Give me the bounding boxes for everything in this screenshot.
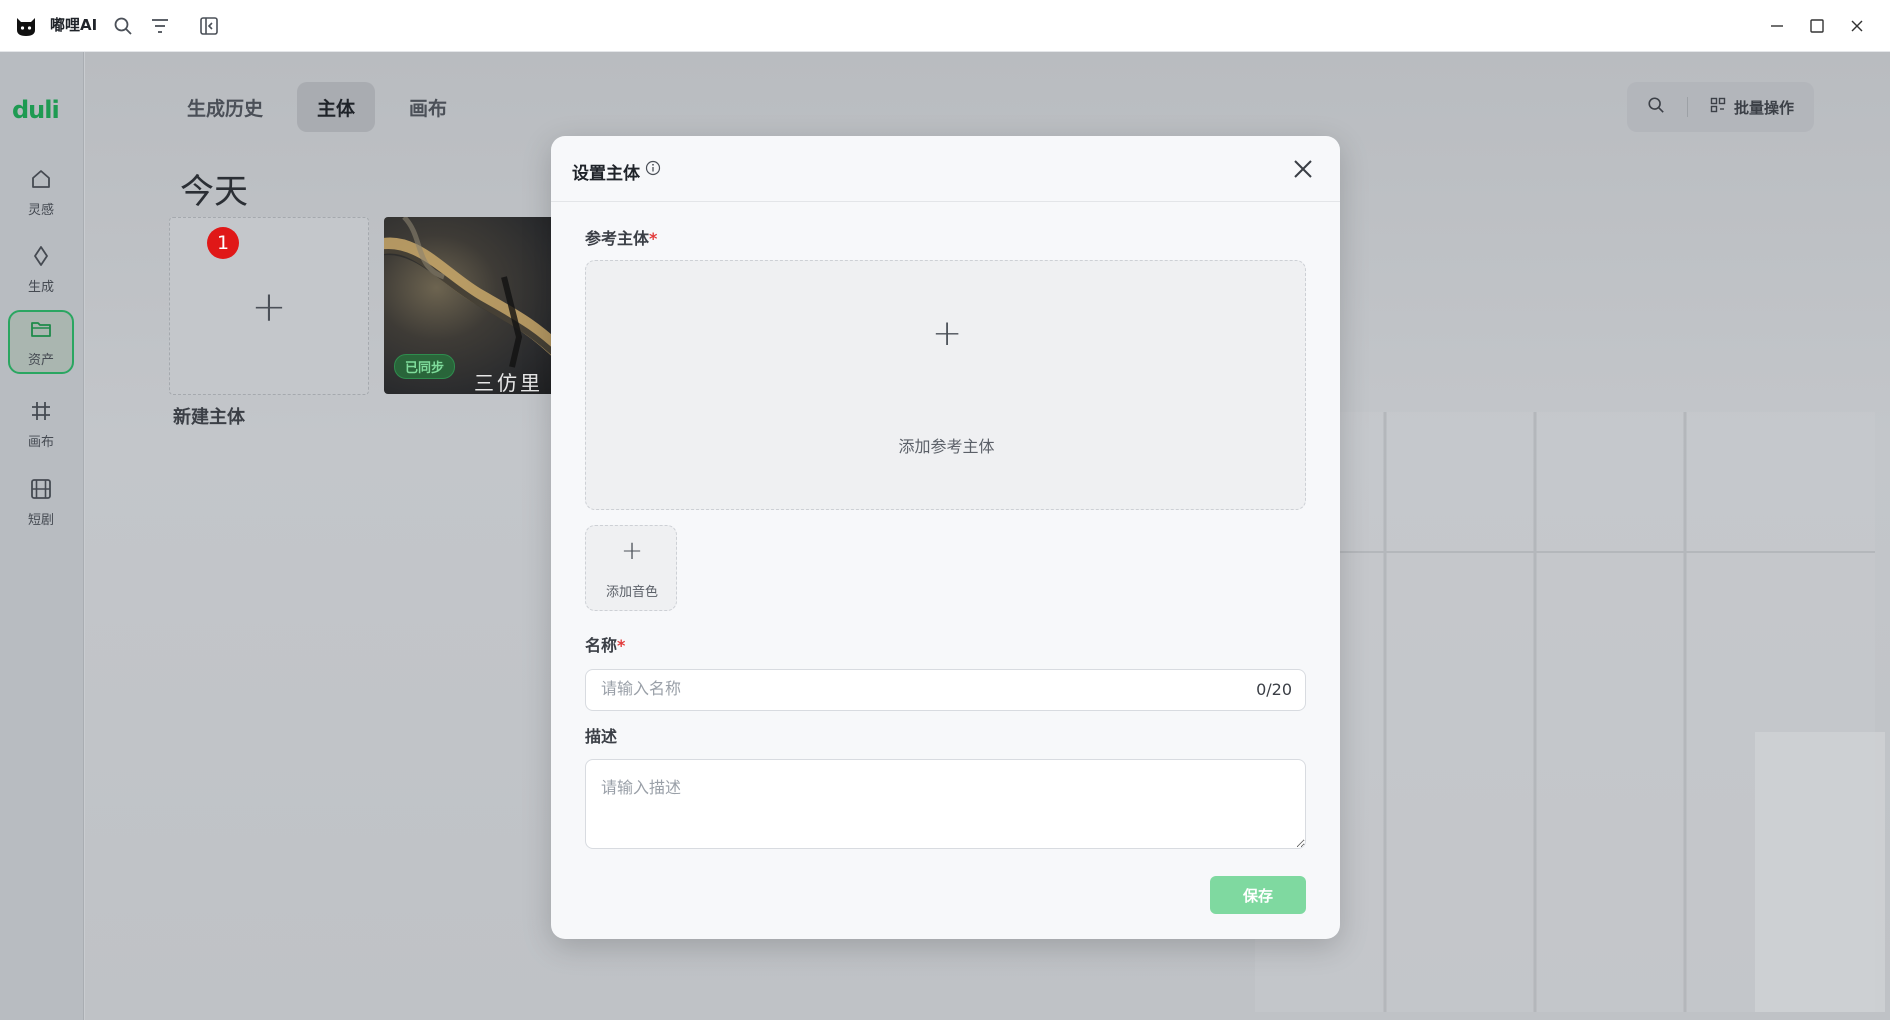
section-title: 今天	[180, 172, 248, 212]
dialog-header: 设置主体	[551, 136, 1340, 202]
rail-item-label: 资产	[27, 352, 54, 368]
save-button[interactable]: 保存	[1210, 876, 1306, 914]
new-subject-card[interactable]: +	[169, 217, 369, 395]
plus-icon: +	[621, 536, 643, 566]
maximize-icon[interactable]	[1799, 10, 1835, 42]
required-mark: *	[617, 636, 626, 655]
dialog-title: 设置主体	[572, 164, 640, 184]
name-label: 名称*	[585, 636, 626, 655]
synced-badge: 已同步	[394, 354, 456, 379]
folder-icon	[29, 317, 53, 345]
film-icon	[29, 477, 53, 505]
name-field[interactable]	[585, 669, 1306, 711]
grid-hash-icon	[29, 399, 53, 427]
sparkle-icon	[29, 244, 53, 272]
close-icon	[1294, 160, 1312, 178]
reference-subject-label: 参考主体*	[585, 229, 658, 248]
set-subject-dialog: 设置主体 参考主体* + 添加参考主体 + 添加音色 名称* 0/20 描述 保…	[551, 136, 1340, 939]
add-reference-subject-dropzone[interactable]: + 添加参考主体	[585, 260, 1306, 510]
subject-thumbnail[interactable]: 已同步 三仿里	[384, 217, 559, 394]
add-voice-text: 添加音色	[605, 585, 658, 600]
collapse-sidebar-icon[interactable]	[195, 12, 223, 40]
divider	[1686, 97, 1688, 117]
rail-item-label: 画布	[27, 434, 54, 450]
main-toolbar: 批量操作	[1626, 82, 1814, 132]
plus-icon: +	[251, 281, 287, 331]
search-icon[interactable]	[1647, 96, 1665, 118]
tab-generation-history[interactable]: 生成历史	[167, 82, 283, 132]
brand-logo: duli	[12, 96, 60, 124]
description-field[interactable]	[585, 759, 1306, 849]
description-label: 描述	[585, 727, 618, 746]
info-icon[interactable]	[645, 160, 661, 180]
top-tabs: 生成历史 主体 画布	[167, 82, 467, 132]
left-rail: duli 灵感 生成 资产 画布 短剧	[0, 52, 84, 1020]
rail-item-generate[interactable]: 生成	[8, 237, 74, 301]
rail-item-inspiration[interactable]: 灵感	[8, 160, 74, 224]
batch-grid-icon	[1710, 97, 1726, 117]
rail-item-label: 生成	[27, 279, 54, 295]
name-char-counter: 0/20	[1256, 680, 1292, 699]
app-name: 嘟哩AI	[50, 16, 98, 34]
rail-item-label: 灵感	[27, 202, 54, 218]
home-icon	[29, 167, 53, 195]
new-subject-label: 新建主体	[173, 407, 245, 428]
rail-item-label: 短剧	[27, 512, 54, 528]
batch-operation-button[interactable]: 批量操作	[1710, 97, 1794, 118]
add-reference-subject-text: 添加参考主体	[898, 437, 995, 456]
required-mark: *	[649, 229, 658, 248]
tab-subject[interactable]: 主体	[297, 82, 376, 132]
close-dialog-button[interactable]	[1288, 154, 1318, 184]
rail-item-assets[interactable]: 资产	[8, 310, 74, 374]
add-voice-button[interactable]: + 添加音色	[585, 525, 677, 611]
batch-operation-label: 批量操作	[1733, 98, 1794, 117]
filter-icon[interactable]	[146, 12, 174, 40]
search-icon[interactable]	[109, 12, 137, 40]
plus-icon: +	[932, 313, 963, 354]
rail-item-drama[interactable]: 短剧	[8, 470, 74, 534]
tab-canvas[interactable]: 画布	[389, 82, 467, 132]
minimize-icon[interactable]	[1759, 10, 1795, 42]
rail-item-canvas[interactable]: 画布	[8, 392, 74, 456]
step-marker: 1	[207, 227, 239, 259]
cat-logo-icon	[14, 14, 38, 38]
thumbnail-caption: 三仿里	[474, 371, 543, 394]
title-bar: 嘟哩AI	[0, 0, 1890, 52]
close-icon[interactable]	[1839, 10, 1875, 42]
